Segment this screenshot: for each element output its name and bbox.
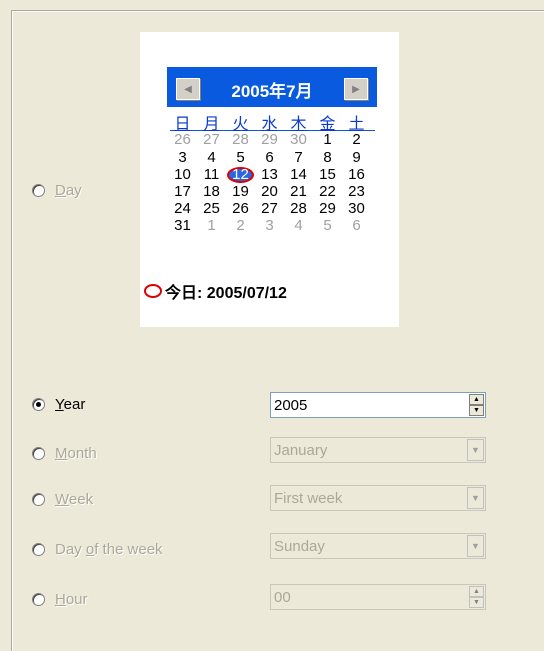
- calendar-day[interactable]: 5: [226, 149, 255, 167]
- year-spin-buttons[interactable]: ▲ ▼: [469, 394, 484, 416]
- calendar-day[interactable]: 19: [226, 183, 255, 201]
- calendar-day[interactable]: 26: [226, 200, 255, 218]
- calendar-day[interactable]: 1: [197, 217, 226, 235]
- calendar-day[interactable]: 1: [313, 131, 342, 149]
- dow-radio[interactable]: [32, 542, 45, 556]
- chevron-down-icon[interactable]: ▼: [467, 535, 484, 557]
- calendar-day[interactable]: 23: [342, 183, 371, 201]
- calendar-day[interactable]: 29: [313, 200, 342, 218]
- calendar-day[interactable]: 2: [226, 217, 255, 235]
- week-value: First week: [274, 489, 343, 507]
- calendar-day[interactable]: 28: [284, 200, 313, 218]
- calendar-day-today[interactable]: 12: [226, 166, 255, 184]
- calendar-day[interactable]: 27: [255, 200, 284, 218]
- chevron-down-icon[interactable]: ▼: [467, 439, 484, 461]
- calendar-header: ◀ 2005年7月 ▶: [167, 67, 377, 107]
- calendar-day[interactable]: 21: [284, 183, 313, 201]
- spin-down-icon[interactable]: ▼: [469, 597, 484, 608]
- spin-up-icon[interactable]: ▲: [469, 586, 484, 597]
- calendar: ◀ 2005年7月 ▶ 日月火水木金土 26 27 28 29 30 1 2 3 4 5 6 7 8 9 1…: [140, 32, 399, 327]
- hour-spin-buttons[interactable]: ▲ ▼: [469, 586, 484, 608]
- month-value: January: [274, 441, 328, 459]
- year-value: 2005: [274, 396, 308, 414]
- dow-option[interactable]: Day of the week: [32, 539, 163, 559]
- calendar-day[interactable]: 18: [197, 183, 226, 201]
- year-option[interactable]: Year: [32, 394, 85, 414]
- dow-value: Sunday: [274, 537, 325, 555]
- calendar-day[interactable]: 29: [255, 131, 284, 149]
- week-radio[interactable]: [32, 492, 45, 506]
- calendar-day[interactable]: 9: [342, 149, 371, 167]
- day-option[interactable]: Day: [32, 180, 82, 200]
- calendar-day[interactable]: 16: [342, 166, 371, 184]
- month-radio[interactable]: [32, 446, 45, 460]
- hour-value: 00: [274, 588, 291, 606]
- calendar-day[interactable]: 13: [255, 166, 284, 184]
- calendar-day[interactable]: 7: [284, 149, 313, 167]
- calendar-day[interactable]: 11: [197, 166, 226, 184]
- calendar-day[interactable]: 30: [284, 131, 313, 149]
- day-label: Day: [55, 181, 82, 199]
- calendar-day[interactable]: 26: [168, 131, 197, 149]
- calendar-day[interactable]: 3: [255, 217, 284, 235]
- calendar-day[interactable]: 28: [226, 131, 255, 149]
- hour-stepper[interactable]: 00 ▲ ▼: [270, 584, 486, 610]
- hour-label: Hour: [55, 590, 88, 608]
- right-arrow-icon: ▶: [352, 83, 360, 95]
- calendar-day[interactable]: 20: [255, 183, 284, 201]
- week-label: Week: [55, 490, 94, 508]
- hour-option[interactable]: Hour: [32, 589, 88, 609]
- calendar-day[interactable]: 24: [168, 200, 197, 218]
- chevron-down-icon[interactable]: ▼: [467, 487, 484, 509]
- calendar-day[interactable]: 27: [197, 131, 226, 149]
- calendar-day[interactable]: 5: [313, 217, 342, 235]
- week-select[interactable]: First week ▼: [270, 485, 486, 511]
- year-stepper[interactable]: 2005 ▲ ▼: [270, 392, 486, 418]
- today-circle-icon: [144, 284, 162, 298]
- calendar-day[interactable]: 10: [168, 166, 197, 184]
- next-month-button[interactable]: ▶: [344, 78, 368, 100]
- today-link[interactable]: 今日: 2005/07/12: [144, 279, 287, 303]
- month-option[interactable]: Month: [32, 443, 97, 463]
- dow-select[interactable]: Sunday ▼: [270, 533, 486, 559]
- calendar-day[interactable]: 4: [197, 149, 226, 167]
- calendar-day[interactable]: 8: [313, 149, 342, 167]
- month-select[interactable]: January ▼: [270, 437, 486, 463]
- calendar-day[interactable]: 2: [342, 131, 371, 149]
- calendar-day[interactable]: 3: [168, 149, 197, 167]
- year-label: Year: [55, 395, 86, 413]
- spin-up-icon[interactable]: ▲: [469, 394, 484, 405]
- hour-radio[interactable]: [32, 592, 45, 606]
- calendar-day[interactable]: 15: [313, 166, 342, 184]
- calendar-day[interactable]: 30: [342, 200, 371, 218]
- dow-label: Day of the week: [55, 540, 163, 558]
- spin-down-icon[interactable]: ▼: [469, 405, 484, 416]
- calendar-day[interactable]: 6: [255, 149, 284, 167]
- calendar-day[interactable]: 25: [197, 200, 226, 218]
- calendar-day[interactable]: 22: [313, 183, 342, 201]
- month-label: Month: [55, 444, 97, 462]
- calendar-day[interactable]: 14: [284, 166, 313, 184]
- week-option[interactable]: Week: [32, 489, 93, 509]
- calendar-day[interactable]: 6: [342, 217, 371, 235]
- calendar-day[interactable]: 4: [284, 217, 313, 235]
- calendar-day[interactable]: 17: [168, 183, 197, 201]
- calendar-day[interactable]: 31: [168, 217, 197, 235]
- year-radio[interactable]: [32, 397, 45, 411]
- day-radio[interactable]: [32, 183, 45, 197]
- today-label: 今日: 2005/07/12: [165, 285, 287, 302]
